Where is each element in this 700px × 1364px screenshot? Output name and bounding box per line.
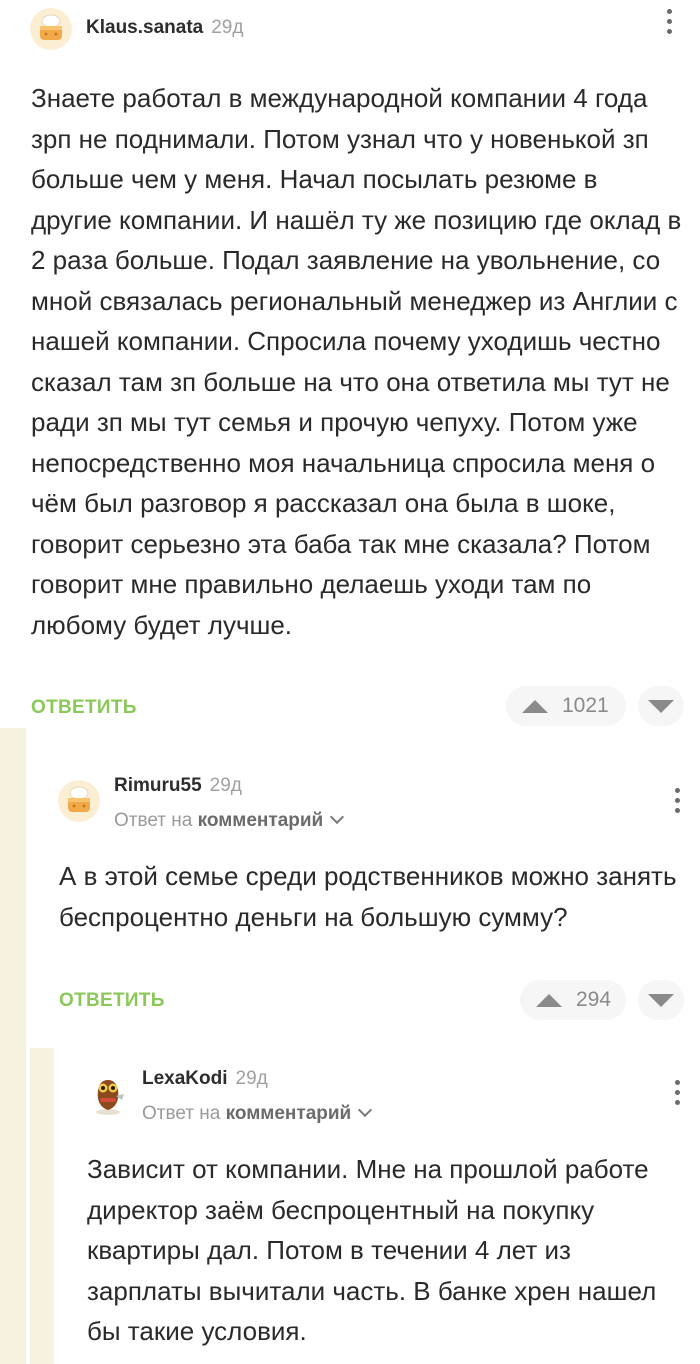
vote-count: 294 <box>576 988 612 1011</box>
cake-avatar-icon <box>30 8 72 50</box>
comment: Klaus.sanata 29д Знаете работал в междуна… <box>0 0 700 728</box>
avatar[interactable] <box>86 1072 130 1116</box>
upvote-button[interactable]: 1021 <box>506 686 626 726</box>
comment-text: Знаете работал в международной компании … <box>31 83 682 640</box>
upvote-button[interactable]: 294 <box>520 980 626 1020</box>
triangle-up-icon <box>522 699 548 713</box>
downvote-button[interactable] <box>638 980 684 1020</box>
reply-to-link[interactable]: Ответ на комментарий <box>142 1102 373 1125</box>
comment-menu-button[interactable] <box>667 9 673 39</box>
comment-time: 29д <box>211 17 244 38</box>
character-avatar-icon <box>96 1080 124 1115</box>
chevron-down-icon[interactable] <box>358 1102 373 1118</box>
author-name[interactable]: LexaKodi 29д <box>142 1068 268 1090</box>
cake-avatar-icon <box>58 780 100 822</box>
reply-button[interactable]: ОТВЕТИТЬ <box>31 697 137 719</box>
comment-text: А в этой семье среди родственников можно… <box>59 861 677 932</box>
vote-count: 1021 <box>562 694 609 717</box>
reply-to-target[interactable]: комментарий <box>226 1103 352 1124</box>
three-dots-vertical-icon <box>675 788 680 793</box>
three-dots-vertical-icon <box>667 9 672 14</box>
chevron-down-icon[interactable] <box>330 809 345 825</box>
author-name[interactable]: Klaus.sanata 29д <box>86 17 243 39</box>
triangle-down-icon <box>648 699 674 713</box>
comment-menu-button[interactable] <box>675 788 681 818</box>
triangle-down-icon <box>648 993 674 1007</box>
avatar[interactable] <box>30 8 72 50</box>
comment-time: 29д <box>235 1068 268 1089</box>
author-name-text[interactable]: Klaus.sanata <box>86 17 203 38</box>
reply-to-target[interactable]: комментарий <box>198 810 324 831</box>
comment-text: Зависит от компании. Мне на прошлой рабо… <box>87 1154 657 1346</box>
reply-to-link[interactable]: Ответ на комментарий <box>114 809 345 832</box>
triangle-up-icon <box>536 993 562 1007</box>
downvote-button[interactable] <box>638 686 684 726</box>
comment-reply: LexaKodi 29д Ответ на комментарий Зависит… <box>0 1048 700 1364</box>
reply-to-prefix: Ответ на <box>142 1103 221 1124</box>
reply-to-prefix: Ответ на <box>114 810 193 831</box>
author-name-text[interactable]: LexaKodi <box>142 1068 228 1089</box>
author-name-text[interactable]: Rimuru55 <box>114 775 202 796</box>
three-dots-vertical-icon <box>675 1080 680 1085</box>
comment-reply: Rimuru55 29д Ответ на комментарий А в это… <box>0 728 700 1048</box>
comment-time: 29д <box>209 775 242 796</box>
author-name[interactable]: Rimuru55 29д <box>114 775 242 797</box>
reply-button[interactable]: ОТВЕТИТЬ <box>59 990 165 1012</box>
avatar[interactable] <box>58 780 100 822</box>
comment-menu-button[interactable] <box>675 1080 681 1110</box>
